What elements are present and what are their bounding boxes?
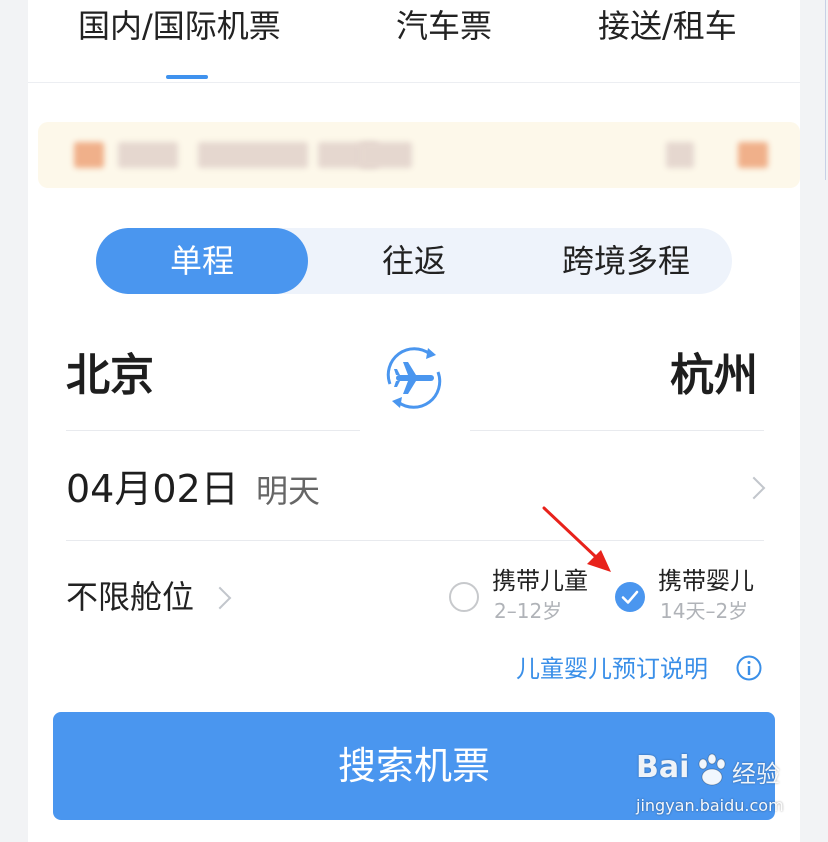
divider bbox=[66, 430, 360, 431]
arrival-city[interactable]: 杭州 bbox=[670, 346, 758, 406]
notice-blur bbox=[74, 142, 104, 168]
trip-type-multi-city[interactable]: 跨境多程 bbox=[520, 228, 732, 294]
annotation-arrow-icon bbox=[542, 506, 611, 572]
tab-transfer[interactable]: 接送/租车 bbox=[598, 6, 737, 46]
edge-line bbox=[825, 0, 826, 180]
tab-bus[interactable]: 汽车票 bbox=[396, 6, 492, 46]
watermark-url: jingyan.baidu.com bbox=[636, 796, 784, 815]
notice-blur bbox=[198, 142, 308, 168]
departure-city[interactable]: 北京 bbox=[66, 346, 154, 406]
trip-type-selector: 单程 往返 跨境多程 bbox=[96, 228, 732, 294]
baidu-watermark: Bai 经验 jingyan.baidu.com bbox=[636, 750, 796, 830]
active-tab-indicator bbox=[166, 75, 208, 79]
date-picker[interactable]: 04月02日 明天 bbox=[66, 462, 766, 516]
notice-blur bbox=[360, 142, 412, 168]
trip-type-one-way[interactable]: 单程 bbox=[96, 228, 308, 294]
cabin-class-label: 不限舱位 bbox=[66, 578, 195, 616]
paw-icon bbox=[698, 753, 726, 786]
watermark-suffix: 经验 bbox=[732, 760, 780, 788]
trip-type-round-trip[interactable]: 往返 bbox=[308, 228, 520, 294]
plane-swap-icon[interactable] bbox=[376, 340, 452, 416]
infant-option-label: 携带婴儿 bbox=[658, 567, 754, 595]
notice-banner[interactable] bbox=[38, 122, 800, 188]
date-relative-label: 明天 bbox=[256, 472, 321, 510]
divider bbox=[470, 430, 764, 431]
info-icon[interactable] bbox=[736, 655, 762, 681]
divider bbox=[66, 540, 764, 541]
child-checkbox[interactable] bbox=[449, 582, 479, 612]
notice-blur bbox=[738, 142, 768, 168]
top-tab-bar: 国内/国际机票 汽车票 接送/租车 bbox=[28, 0, 800, 83]
cabin-class-selector[interactable]: 不限舱位 bbox=[66, 574, 194, 620]
watermark-brand: Bai bbox=[636, 750, 690, 785]
chevron-right-icon bbox=[742, 476, 766, 500]
departure-date: 04月02日 bbox=[66, 467, 239, 511]
notice-blur bbox=[666, 142, 694, 168]
child-infant-booking-notice-link[interactable]: 儿童婴儿预订说明 bbox=[516, 652, 708, 686]
infant-age-range: 14天–2岁 bbox=[660, 599, 749, 623]
notice-blur bbox=[118, 142, 178, 168]
tab-flight[interactable]: 国内/国际机票 bbox=[78, 6, 281, 46]
